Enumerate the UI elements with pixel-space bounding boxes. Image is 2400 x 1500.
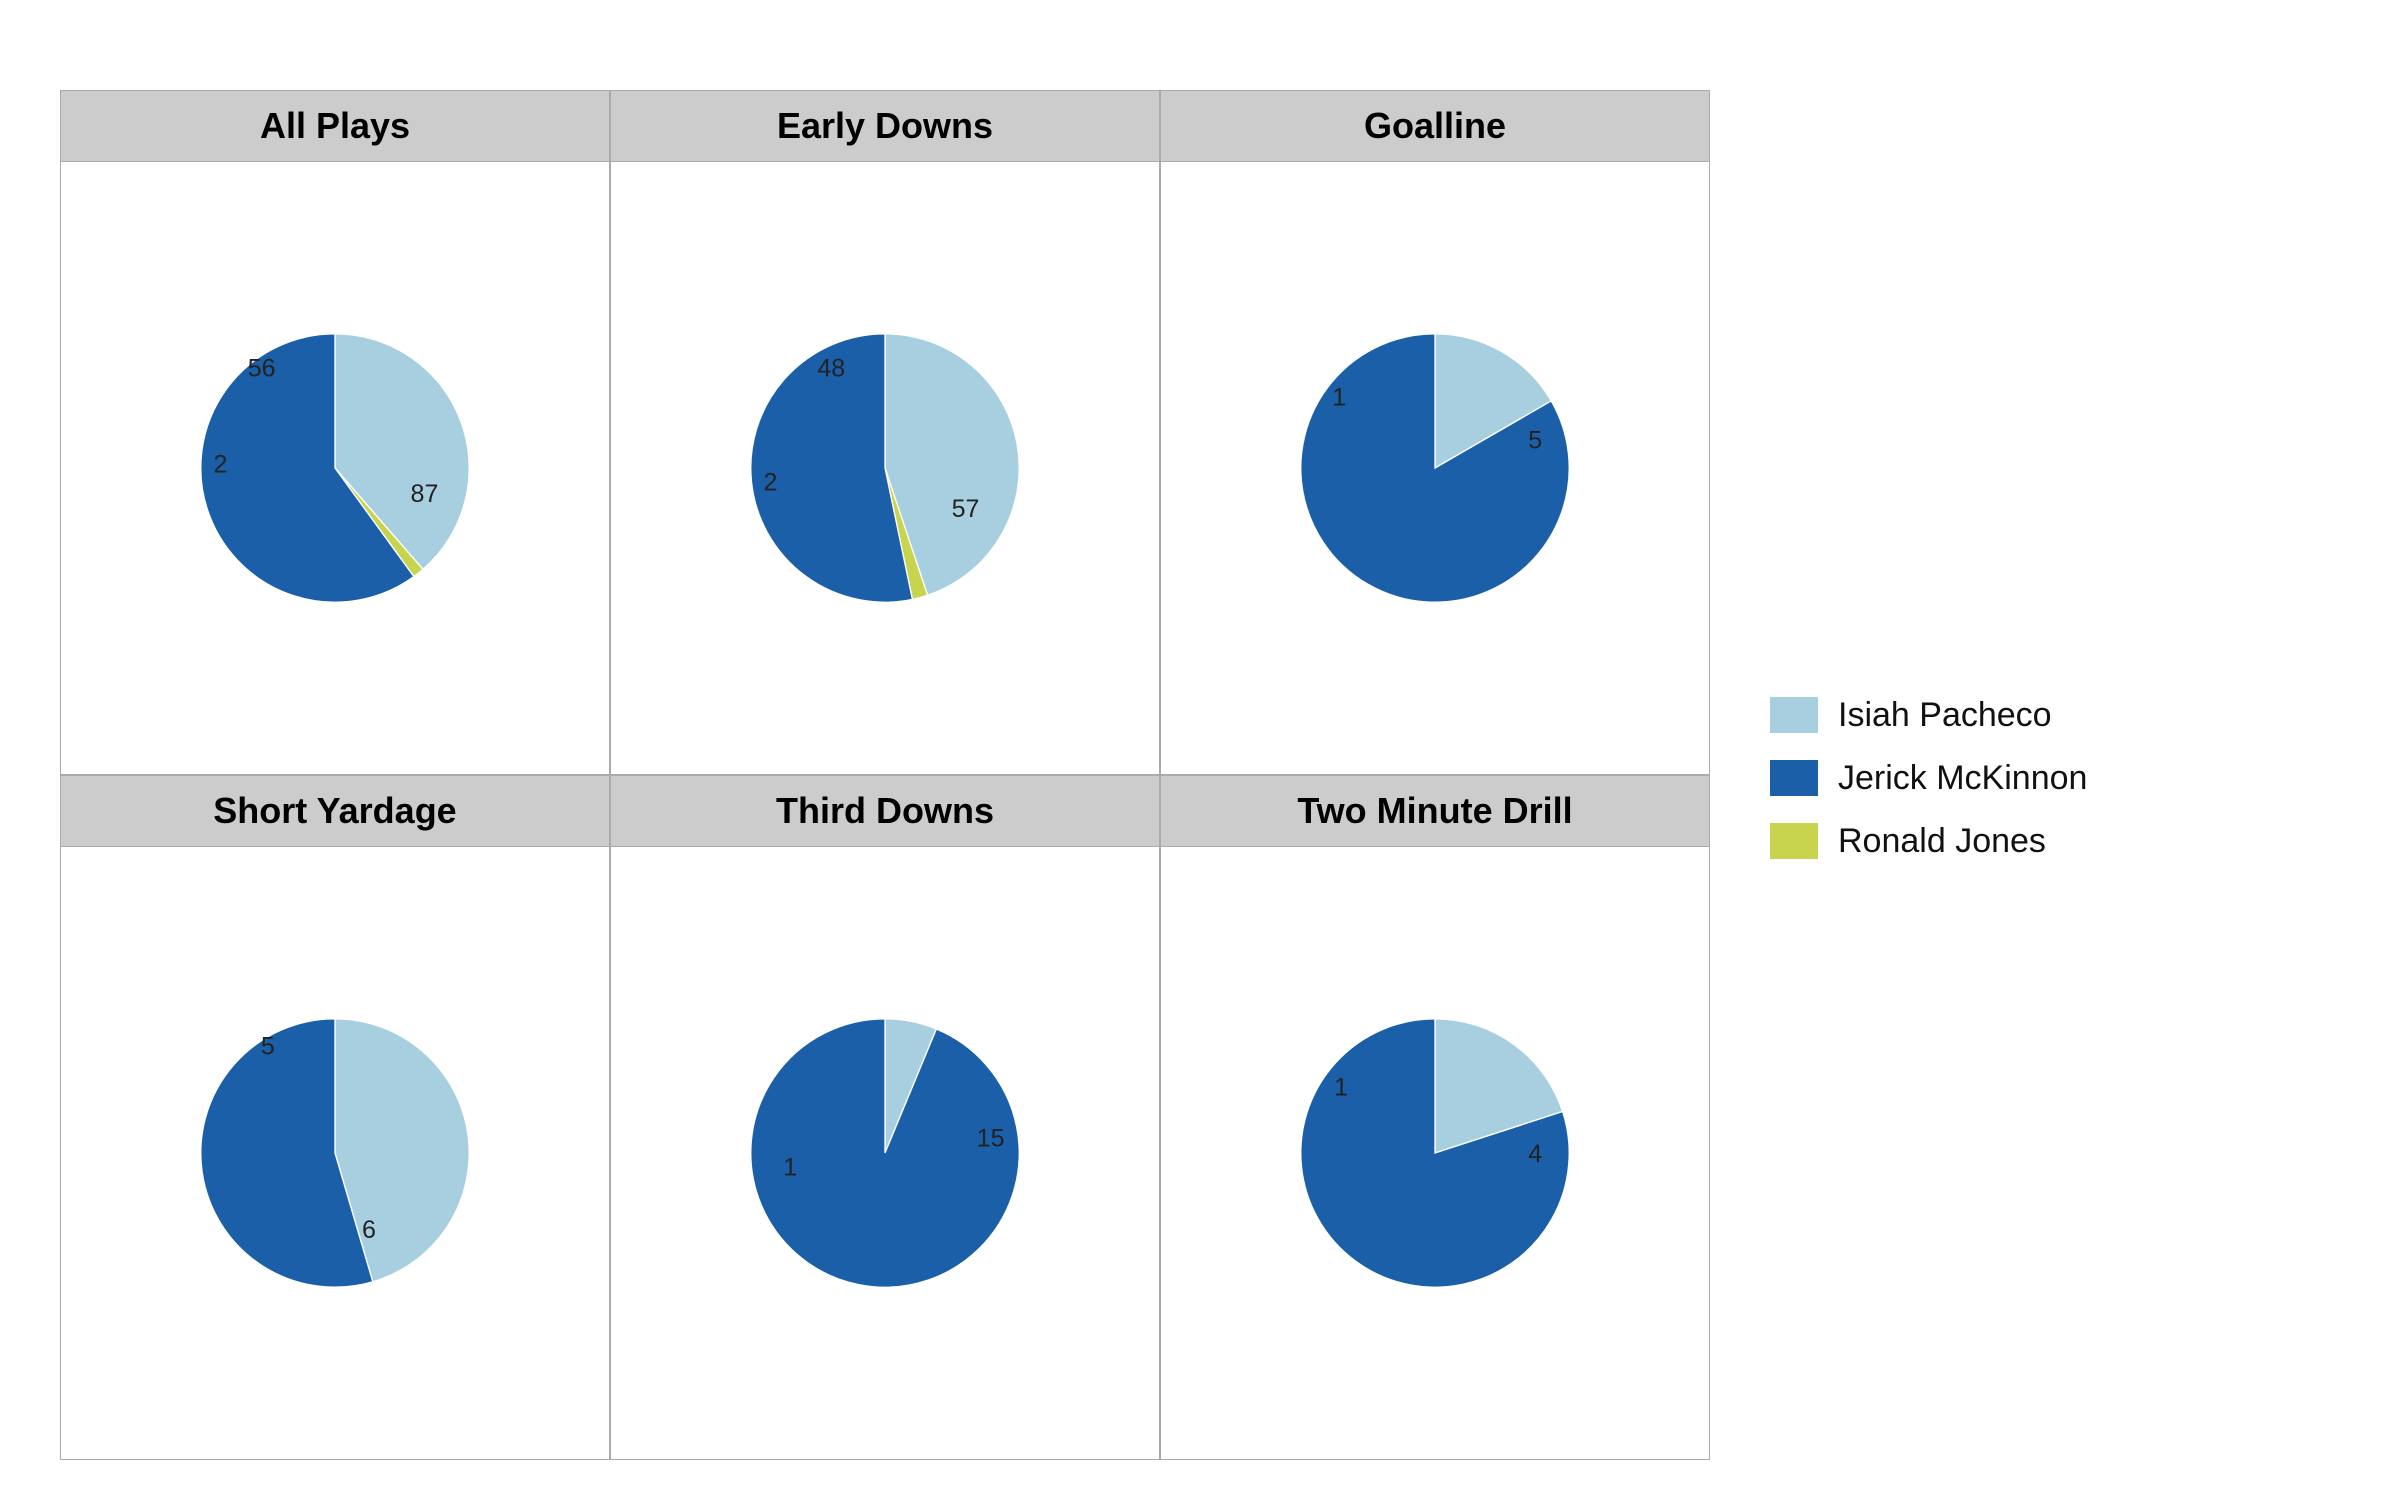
chart-header-4: Third Downs xyxy=(611,776,1159,847)
legend-swatch xyxy=(1770,697,1818,733)
chart-cell-4: Third Downs 1 15 xyxy=(610,775,1160,1460)
chart-header-0: All Plays xyxy=(61,91,609,162)
chart-cell-5: Two Minute Drill14 xyxy=(1160,775,1710,1460)
pie-svg-5: 14 xyxy=(1265,983,1605,1323)
page-container: All Plays56287Early Downs48257Goalline15… xyxy=(0,0,2400,1500)
chart-body-0: 56 2 87 xyxy=(61,162,609,774)
pie-label-2-0: 1 xyxy=(1332,383,1346,411)
pie-label-2-1: 5 xyxy=(1528,426,1542,454)
chart-header-1: Early Downs xyxy=(611,91,1159,162)
chart-header-3: Short Yardage xyxy=(61,776,609,847)
legend-swatch xyxy=(1770,760,1818,796)
pie-label-0-2: 87 xyxy=(411,480,439,508)
chart-header-5: Two Minute Drill xyxy=(1161,776,1709,847)
pie-label-1-0: 48 xyxy=(817,355,845,383)
chart-cell-0: All Plays 56 2 87 xyxy=(60,90,610,775)
charts-grid: All Plays56287Early Downs48257Goalline15… xyxy=(60,90,1710,1460)
pie-label-4-1: 15 xyxy=(977,1125,1005,1153)
chart-body-4: 1 15 xyxy=(611,847,1159,1459)
chart-body-1: 48 2 57 xyxy=(611,162,1159,774)
pie-label-3-1: 6 xyxy=(362,1216,376,1244)
chart-header-2: Goalline xyxy=(1161,91,1709,162)
legend-item: Isiah Pacheco xyxy=(1770,696,2270,735)
legend-label: Ronald Jones xyxy=(1838,822,2046,861)
pie-label-0-1: 2 xyxy=(214,450,228,478)
chart-cell-1: Early Downs 48 2 57 xyxy=(610,90,1160,775)
pie-label-1-2: 57 xyxy=(952,495,980,523)
pie-svg-1: 48 2 57 xyxy=(715,298,1055,638)
pie-label-5-1: 4 xyxy=(1528,1140,1542,1168)
pie-label-5-0: 1 xyxy=(1334,1074,1348,1102)
pie-svg-2: 15 xyxy=(1265,298,1605,638)
legend-area: Isiah Pacheco Jerick McKinnon Ronald Jon… xyxy=(1710,90,2330,1460)
chart-body-5: 14 xyxy=(1161,847,1709,1459)
legend-item: Ronald Jones xyxy=(1770,822,2270,861)
legend-swatch xyxy=(1770,823,1818,859)
legend-item: Jerick McKinnon xyxy=(1770,759,2270,798)
pie-svg-0: 56 2 87 xyxy=(165,298,505,638)
pie-svg-4: 1 15 xyxy=(715,983,1055,1323)
pie-label-4-0: 1 xyxy=(783,1153,797,1181)
legend-label: Isiah Pacheco xyxy=(1838,696,2052,735)
pie-label-0-0: 56 xyxy=(248,355,276,383)
chart-cell-3: Short Yardage56 xyxy=(60,775,610,1460)
pie-label-3-0: 5 xyxy=(261,1033,275,1061)
content-area: All Plays56287Early Downs48257Goalline15… xyxy=(60,90,2340,1460)
legend-label: Jerick McKinnon xyxy=(1838,759,2087,798)
pie-svg-3: 56 xyxy=(165,983,505,1323)
pie-label-1-1: 2 xyxy=(764,468,778,496)
chart-body-3: 56 xyxy=(61,847,609,1459)
chart-body-2: 15 xyxy=(1161,162,1709,774)
chart-cell-2: Goalline15 xyxy=(1160,90,1710,775)
legend-items: Isiah Pacheco Jerick McKinnon Ronald Jon… xyxy=(1770,696,2270,885)
